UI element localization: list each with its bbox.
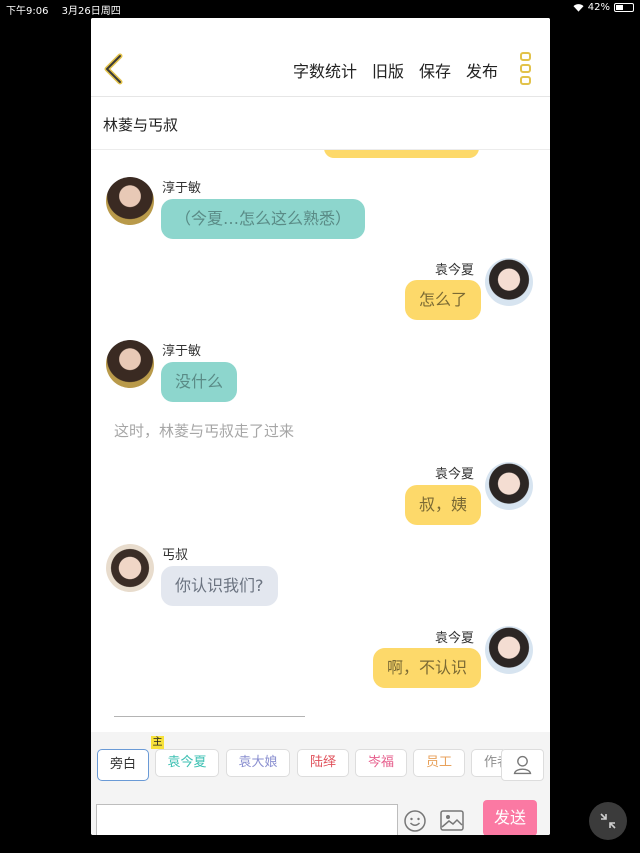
chat-divider [114, 716, 305, 717]
chapter-title-bar[interactable]: 林菱与丐叔 [91, 96, 550, 150]
narration-text[interactable]: 这时，林菱与丐叔走了过来 [114, 420, 294, 441]
character-chip[interactable]: 袁大娘 [226, 749, 290, 777]
person-icon [513, 755, 532, 775]
more-menu-icon[interactable] [520, 52, 534, 86]
image-icon[interactable] [440, 810, 464, 831]
message-bubble[interactable]: 怎么了 [405, 280, 482, 320]
battery-fill [616, 5, 623, 10]
status-time: 下午9:06 [6, 6, 49, 17]
message-sender: 淳于敏 [162, 344, 202, 359]
previous-message-bubble[interactable] [324, 150, 479, 158]
publish-button[interactable]: 发布 [466, 58, 498, 82]
character-chip[interactable]: 岑福 [355, 749, 407, 777]
message-bubble[interactable]: 没什么 [161, 362, 238, 402]
send-button[interactable]: 发送 [483, 800, 537, 835]
add-character-button[interactable] [501, 749, 544, 781]
avatar-chunyu-min[interactable] [106, 340, 154, 388]
message-bubble[interactable]: 你认识我们? [161, 566, 278, 606]
message-sender: 袁今夏 [435, 631, 475, 646]
avatar-gai-shu[interactable] [106, 544, 154, 592]
avatar-yuan-jinxia[interactable] [485, 462, 533, 510]
save-button[interactable]: 保存 [419, 58, 451, 82]
battery-percent: 42% [587, 2, 610, 13]
status-date: 3月26日周四 [61, 6, 121, 17]
composer-panel: 旁白 袁今夏 袁大娘 陆绎 岑福 员工 作者 主 [91, 732, 550, 835]
toolbar-actions: 字数统计 旧版 保存 发布 [293, 58, 498, 82]
battery-icon [614, 3, 634, 12]
collapse-floating-button[interactable] [589, 802, 627, 840]
main-character-badge: 主 [151, 736, 164, 749]
character-chip[interactable]: 陆绎 [297, 749, 349, 777]
character-selector: 旁白 袁今夏 袁大娘 陆绎 岑福 员工 作者 [97, 749, 503, 781]
avatar-yuan-jinxia[interactable] [485, 626, 533, 674]
old-version-button[interactable]: 旧版 [372, 58, 404, 82]
message-bubble[interactable]: （今夏…怎么这么熟悉） [161, 199, 366, 239]
back-chevron-icon[interactable] [101, 52, 127, 86]
emoji-icon[interactable] [404, 810, 426, 832]
wifi-icon [573, 4, 584, 12]
avatar-yuan-jinxia[interactable] [485, 258, 533, 306]
message-input[interactable] [96, 804, 398, 835]
editor-window: 字数统计 旧版 保存 发布 林菱与丐叔 淳于敏 （今夏…怎么这么熟悉） 袁今夏 … [91, 18, 550, 835]
top-toolbar: 字数统计 旧版 保存 发布 [91, 18, 550, 96]
collapse-arrows-icon [600, 813, 616, 829]
character-chip[interactable]: 作者 [471, 749, 503, 777]
chapter-title: 林菱与丐叔 [103, 116, 179, 134]
avatar-chunyu-min[interactable] [106, 177, 154, 225]
message-bubble[interactable]: 叔，姨 [405, 485, 482, 525]
character-chip-narrator[interactable]: 旁白 [97, 749, 149, 781]
screen: 下午9:06 3月26日周四 42% 字数统计 旧版 保存 发布 林菱与丐叔 淳… [0, 0, 640, 853]
status-bar: 下午9:06 3月26日周四 42% [0, 0, 640, 18]
character-chip[interactable]: 员工 [413, 749, 465, 777]
chat-area[interactable]: 淳于敏 （今夏…怎么这么熟悉） 袁今夏 怎么了 淳于敏 没什么 这时，林菱与丐叔… [91, 150, 550, 732]
message-sender: 袁今夏 [435, 467, 475, 482]
message-bubble[interactable]: 啊，不认识 [373, 648, 482, 688]
character-chip[interactable]: 袁今夏 [155, 749, 219, 777]
message-sender: 丐叔 [162, 548, 189, 563]
word-count-button[interactable]: 字数统计 [293, 58, 357, 82]
message-sender: 袁今夏 [435, 263, 475, 278]
message-sender: 淳于敏 [162, 181, 202, 196]
